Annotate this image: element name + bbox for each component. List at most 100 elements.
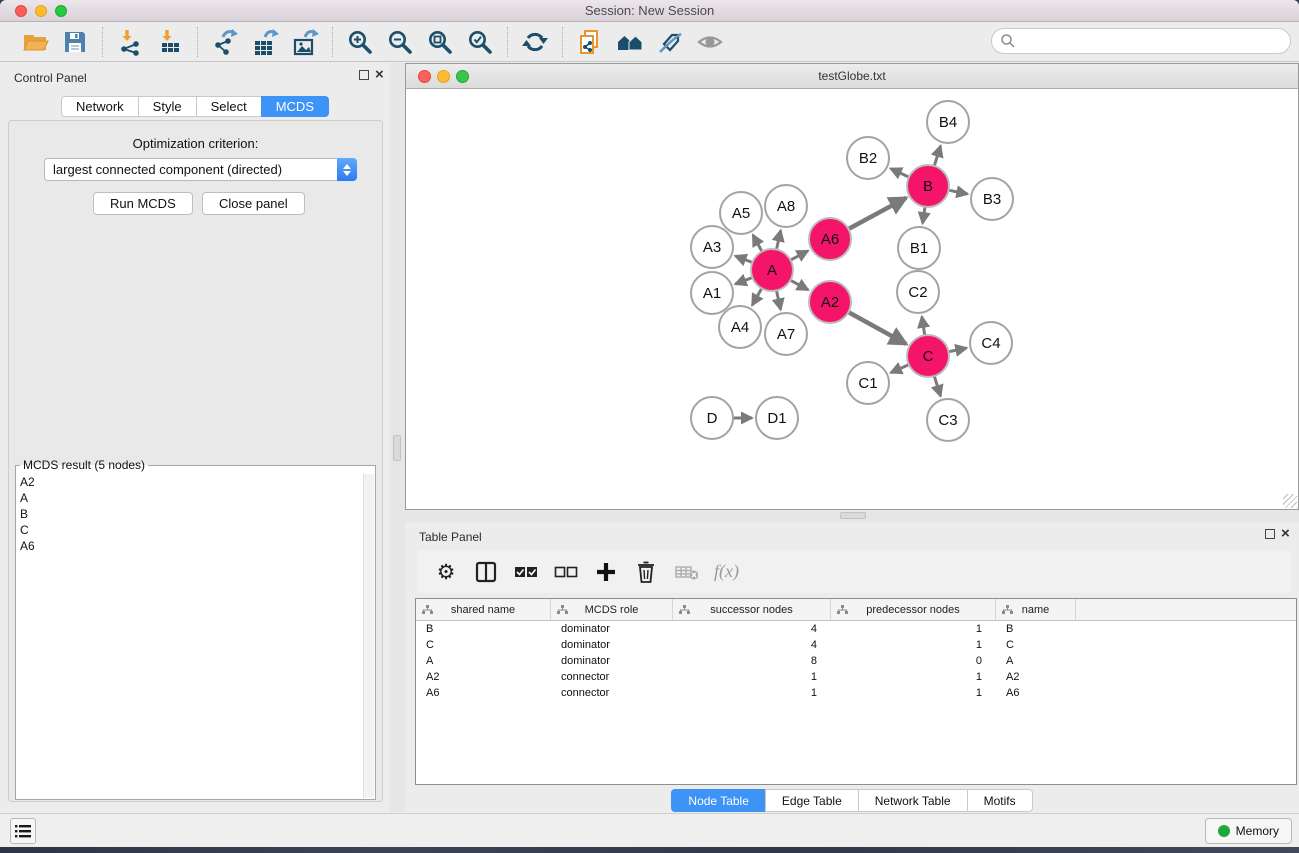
close-panel-icon[interactable]: ×: [1281, 529, 1290, 539]
export-image-button[interactable]: [288, 25, 322, 59]
graph-edge-A-A6[interactable]: [791, 251, 808, 260]
export-table-button[interactable]: [248, 25, 282, 59]
table-cell[interactable]: dominator: [551, 655, 673, 667]
optimization-criterion-select[interactable]: largest connected component (directed): [44, 158, 357, 181]
table-cell[interactable]: dominator: [551, 623, 673, 635]
hide-graphics-details-button[interactable]: [653, 25, 687, 59]
close-panel-button[interactable]: Close panel: [202, 192, 305, 215]
mcds-result-item[interactable]: A2: [20, 474, 362, 490]
zoom-in-button[interactable]: [343, 25, 377, 59]
table-cell[interactable]: A6: [416, 687, 551, 699]
mcds-result-item[interactable]: A: [20, 490, 362, 506]
delete-column-icon[interactable]: [634, 560, 658, 584]
tab-mcds[interactable]: MCDS: [261, 96, 329, 117]
table-cell[interactable]: connector: [551, 687, 673, 699]
add-column-icon[interactable]: [594, 560, 618, 584]
graph-edge-B-B1[interactable]: [923, 207, 925, 223]
network-graph[interactable]: B4B2BB3A5A8A6B1A3AC2A1A2A4A7C4CC1C3DD1: [406, 89, 1298, 509]
network-canvas[interactable]: B4B2BB3A5A8A6B1A3AC2A1A2A4A7C4CC1C3DD1: [406, 89, 1298, 509]
window-resize-grip[interactable]: [1283, 494, 1297, 508]
table-cell[interactable]: 1: [831, 671, 996, 683]
table-row[interactable]: Bdominator41B: [416, 621, 1296, 637]
table-cell[interactable]: A6: [996, 687, 1076, 699]
select-all-icon[interactable]: [514, 560, 538, 584]
show-hide-eye-button[interactable]: [693, 25, 727, 59]
table-cell[interactable]: connector: [551, 671, 673, 683]
graph-edge-C-C4[interactable]: [949, 348, 967, 352]
unselect-all-icon[interactable]: [554, 560, 578, 584]
node-table[interactable]: shared nameMCDS rolesuccessor nodesprede…: [415, 598, 1297, 785]
graph-edge-A2-C[interactable]: [848, 312, 906, 344]
graph-edge-C-C3[interactable]: [934, 376, 940, 396]
table-row[interactable]: Adominator80A: [416, 653, 1296, 669]
tab-style[interactable]: Style: [138, 96, 196, 117]
graph-edge-A-A2[interactable]: [790, 280, 808, 290]
column-header-predecessor-nodes[interactable]: predecessor nodes: [831, 599, 996, 620]
tab-select[interactable]: Select: [196, 96, 261, 117]
table-cell[interactable]: B: [416, 623, 551, 635]
mcds-result-item[interactable]: A6: [20, 538, 362, 554]
table-cell[interactable]: A2: [416, 671, 551, 683]
import-network-button[interactable]: [113, 25, 147, 59]
column-header-shared-name[interactable]: shared name: [416, 599, 551, 620]
network-from-selection-button[interactable]: [573, 25, 607, 59]
table-cell[interactable]: 1: [831, 623, 996, 635]
graph-edge-C-C2[interactable]: [922, 317, 925, 336]
zoom-selected-button[interactable]: [463, 25, 497, 59]
graph-edge-B-B2[interactable]: [891, 169, 909, 178]
horizontal-splitter[interactable]: [405, 510, 1299, 522]
mcds-result-item[interactable]: C: [20, 522, 362, 538]
task-history-button[interactable]: [10, 818, 36, 844]
mcds-result-list[interactable]: A2ABCA6: [17, 472, 362, 798]
tab-node-table[interactable]: Node Table: [671, 789, 765, 812]
tab-network[interactable]: Network: [61, 96, 138, 117]
float-panel-icon[interactable]: [1265, 529, 1275, 539]
search-box[interactable]: [991, 28, 1291, 54]
mcds-result-item[interactable]: B: [20, 506, 362, 522]
open-session-button[interactable]: [18, 25, 52, 59]
float-panel-icon[interactable]: [359, 70, 369, 80]
graph-edge-A-A7[interactable]: [776, 291, 780, 310]
vertical-splitter[interactable]: [390, 63, 405, 812]
table-cell[interactable]: 1: [831, 687, 996, 699]
table-cell[interactable]: 4: [673, 639, 831, 651]
table-cell[interactable]: A2: [996, 671, 1076, 683]
zoom-fit-button[interactable]: [423, 25, 457, 59]
table-cell[interactable]: B: [996, 623, 1076, 635]
graph-edge-A-A1[interactable]: [735, 278, 752, 285]
graph-edge-A6-B[interactable]: [848, 198, 906, 229]
tab-network-table[interactable]: Network Table: [858, 789, 967, 812]
graph-edge-B-B3[interactable]: [949, 190, 968, 194]
close-panel-icon[interactable]: ×: [375, 70, 384, 80]
table-cell[interactable]: C: [996, 639, 1076, 651]
home-button[interactable]: [613, 25, 647, 59]
table-cell[interactable]: C: [416, 639, 551, 651]
table-cell[interactable]: A: [996, 655, 1076, 667]
tab-edge-table[interactable]: Edge Table: [765, 789, 858, 812]
graph-edge-A-A3[interactable]: [735, 256, 752, 263]
table-settings-gear-icon[interactable]: ⚙: [434, 560, 458, 584]
table-cell[interactable]: 1: [673, 671, 831, 683]
table-cell[interactable]: dominator: [551, 639, 673, 651]
table-cell[interactable]: 0: [831, 655, 996, 667]
zoom-out-button[interactable]: [383, 25, 417, 59]
column-header-MCDS-role[interactable]: MCDS role: [551, 599, 673, 620]
graph-edge-A-A8[interactable]: [776, 230, 780, 249]
save-session-button[interactable]: [58, 25, 92, 59]
graph-edge-A-A5[interactable]: [753, 235, 762, 252]
table-cell[interactable]: 4: [673, 623, 831, 635]
graph-edge-C-C1[interactable]: [891, 365, 909, 373]
mcds-list-scrollbar[interactable]: [363, 474, 374, 798]
splitter-grip[interactable]: [840, 512, 866, 519]
search-input[interactable]: [1016, 31, 1290, 51]
column-header-name[interactable]: name: [996, 599, 1076, 620]
table-cell[interactable]: A: [416, 655, 551, 667]
table-row[interactable]: Cdominator41C: [416, 637, 1296, 653]
graph-edge-B-B4[interactable]: [934, 146, 940, 166]
column-options-icon[interactable]: [474, 560, 498, 584]
table-cell[interactable]: 1: [831, 639, 996, 651]
table-row[interactable]: A6connector11A6: [416, 685, 1296, 701]
export-network-button[interactable]: [208, 25, 242, 59]
import-table-button[interactable]: [153, 25, 187, 59]
run-mcds-button[interactable]: Run MCDS: [93, 192, 193, 215]
